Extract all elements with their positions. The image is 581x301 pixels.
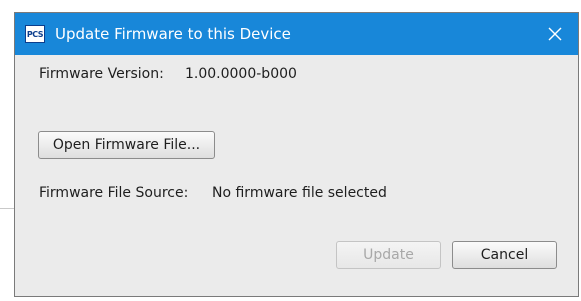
background-divider bbox=[0, 208, 14, 209]
app-icon-text: PCS bbox=[26, 29, 44, 39]
update-button[interactable]: Update bbox=[336, 241, 441, 269]
background bbox=[0, 0, 581, 12]
dialog-title: Update Firmware to this Device bbox=[55, 25, 291, 43]
close-button[interactable] bbox=[532, 13, 578, 55]
firmware-file-source-value: No firmware file selected bbox=[212, 185, 387, 201]
open-firmware-file-button[interactable]: Open Firmware File... bbox=[38, 131, 215, 159]
title-bar[interactable]: PCS Update Firmware to this Device bbox=[15, 13, 578, 55]
pcs-app-icon: PCS bbox=[25, 25, 45, 43]
cancel-button[interactable]: Cancel bbox=[452, 241, 557, 269]
update-firmware-dialog: PCS Update Firmware to this Device Firmw… bbox=[14, 12, 579, 297]
firmware-version-value: 1.00.0000-b000 bbox=[185, 66, 297, 82]
firmware-version-label: Firmware Version: bbox=[39, 66, 164, 82]
close-icon bbox=[548, 27, 562, 41]
firmware-file-source-label: Firmware File Source: bbox=[39, 185, 189, 201]
